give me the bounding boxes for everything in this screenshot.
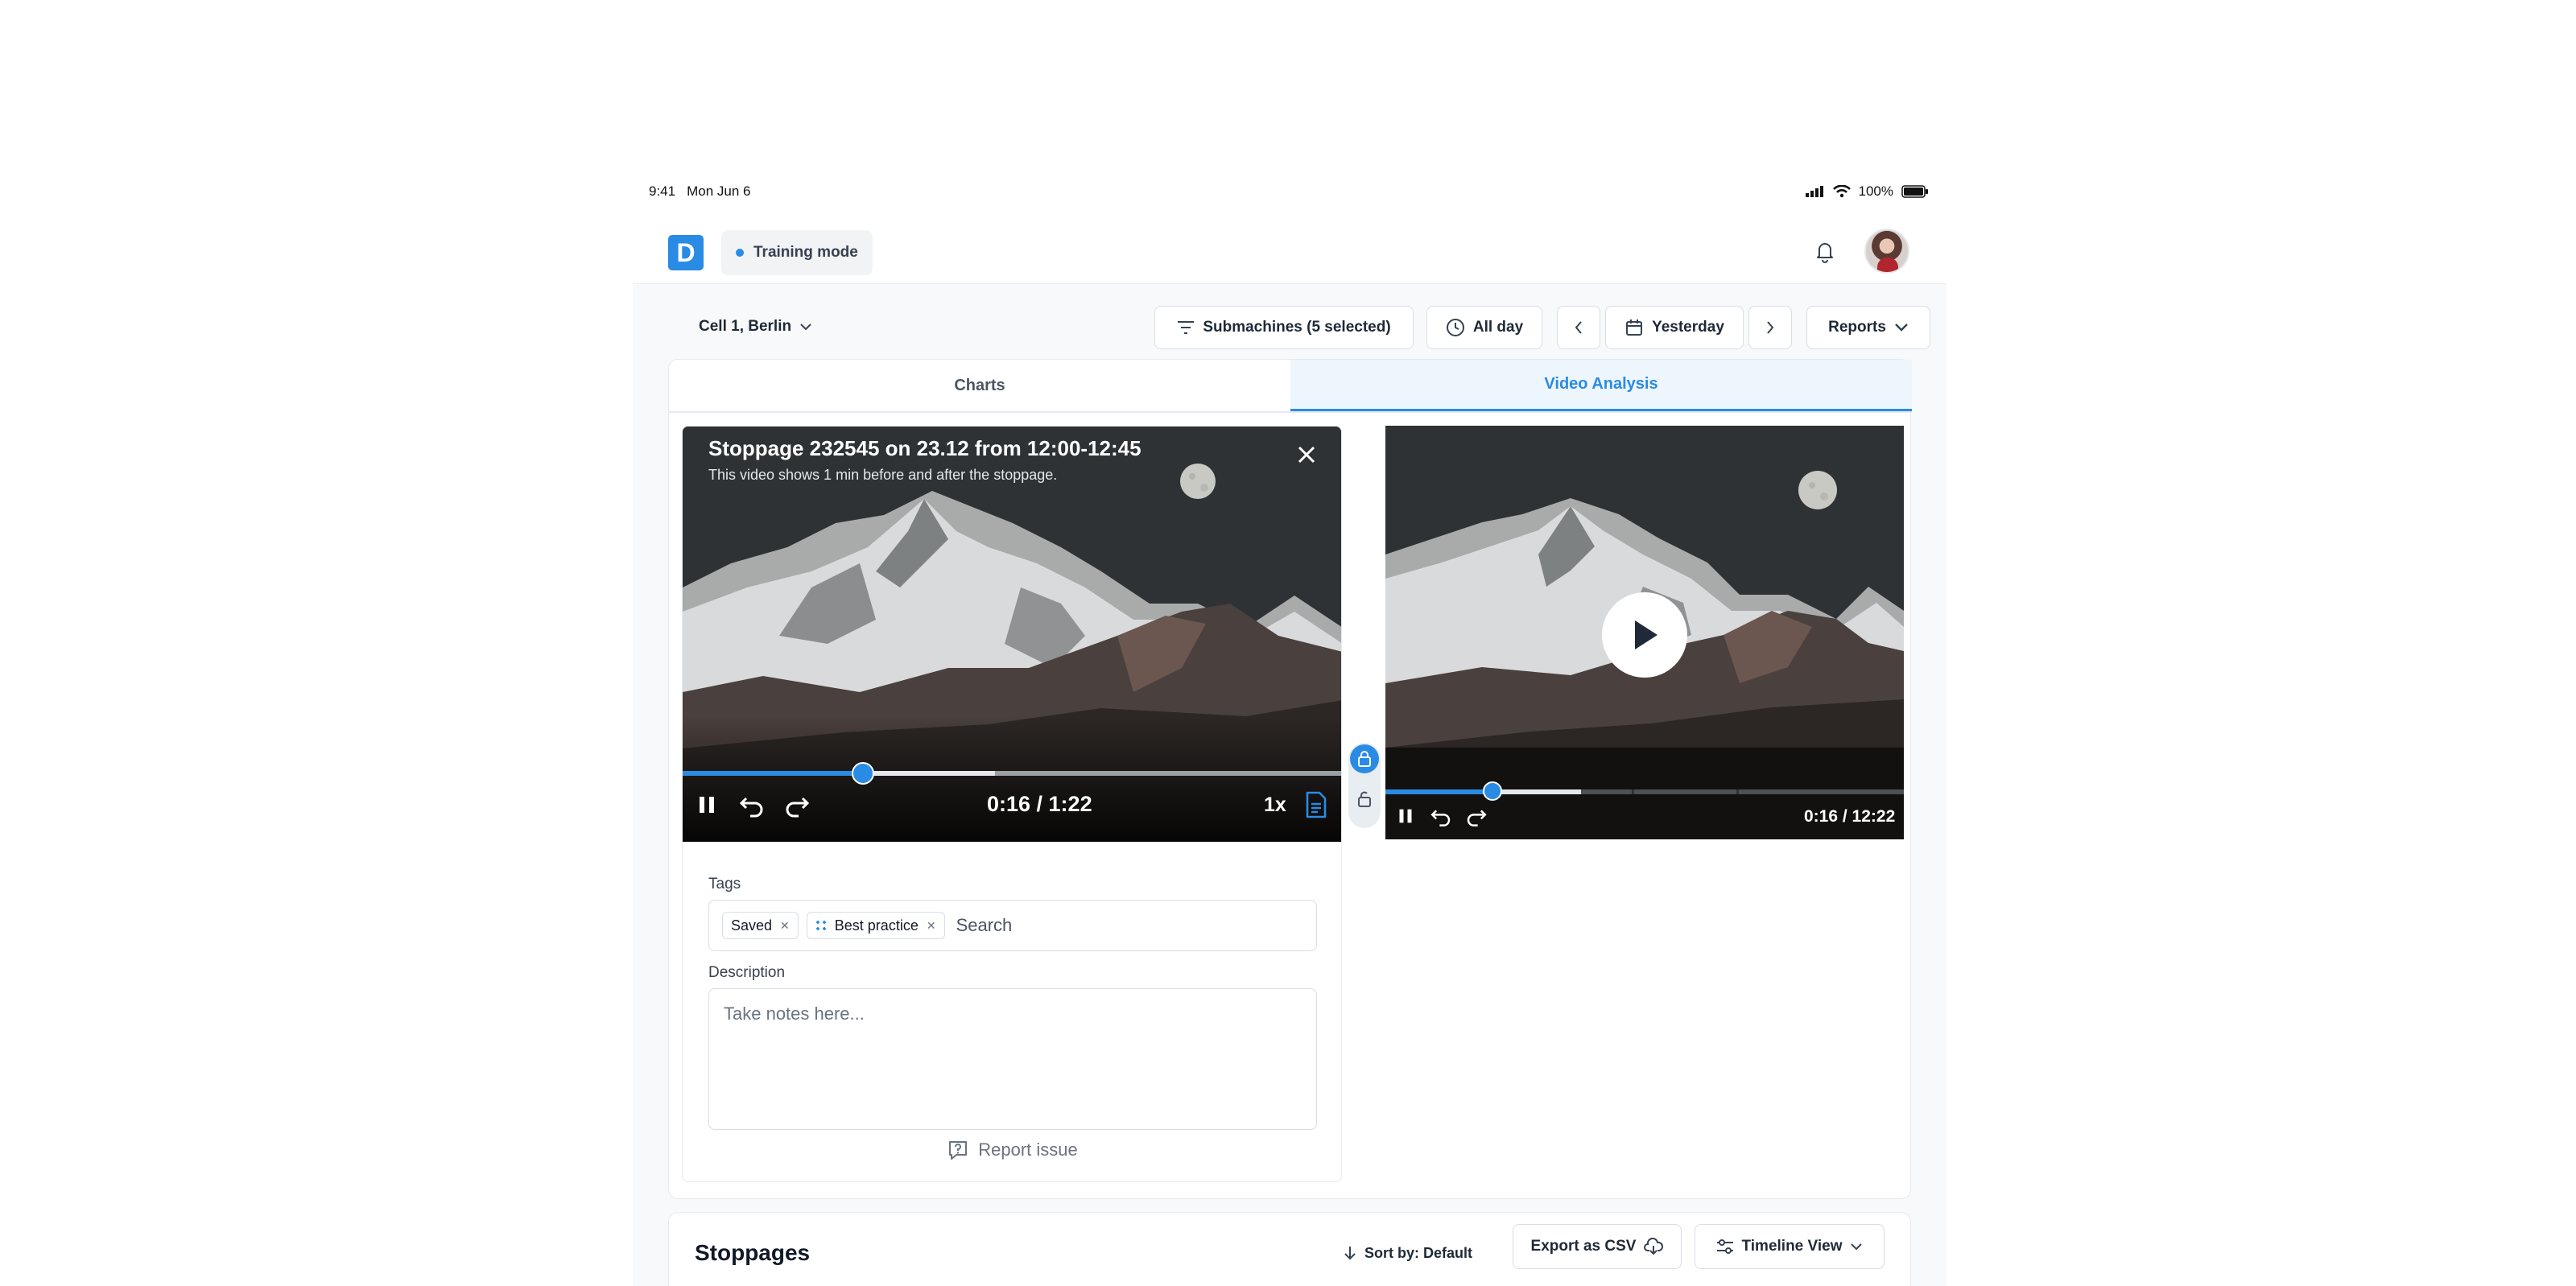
user-avatar[interactable]: [1864, 229, 1909, 274]
arrow-down-icon: [1344, 1247, 1356, 1260]
analysis-card: Charts Video Analysis Stoppage 232545 on…: [668, 359, 1912, 1199]
rewind-icon[interactable]: [1429, 804, 1453, 828]
main-video-player[interactable]: Stoppage 232545 on 23.12 from 12:00-12:4…: [683, 427, 1341, 842]
tag-chip-saved[interactable]: Saved ✕: [722, 912, 799, 939]
remove-tag-icon[interactable]: ✕: [927, 919, 936, 933]
chevron-down-icon: [1851, 1243, 1863, 1251]
unlock-icon: [1358, 791, 1371, 807]
report-issue-button[interactable]: Report issue: [683, 1140, 1341, 1160]
bell-icon[interactable]: [1812, 238, 1838, 264]
previous-date-button[interactable]: [1557, 306, 1600, 349]
export-csv-button[interactable]: Export as CSV: [1513, 1224, 1682, 1269]
unlock-sync-button[interactable]: [1350, 785, 1379, 814]
tags-input[interactable]: Saved ✕ Best practice ✕ Search: [708, 900, 1317, 951]
wifi-icon: [1832, 185, 1851, 198]
time-range-label: All day: [1472, 319, 1524, 336]
date-label: Yesterday: [1652, 319, 1724, 336]
status-bar: 9:41 Mon Jun 6 100%: [633, 171, 1946, 212]
close-icon[interactable]: [1293, 441, 1320, 468]
sort-label: Sort by: Default: [1364, 1244, 1473, 1261]
app-logo[interactable]: D: [668, 235, 704, 270]
pause-icon[interactable]: [1393, 804, 1418, 828]
top-navigation: D Training mode: [633, 212, 1946, 284]
ipad-screen: 9:41 Mon Jun 6 100% D Training mode Cell…: [633, 171, 1946, 1286]
training-mode-chip[interactable]: Training mode: [721, 230, 873, 275]
tab-charts[interactable]: Charts: [669, 360, 1290, 411]
play-button[interactable]: [1602, 592, 1687, 678]
tag-chip-best-practice[interactable]: Best practice ✕: [806, 912, 945, 939]
filter-icon: [1178, 321, 1195, 334]
document-icon[interactable]: [1302, 790, 1330, 819]
training-mode-label: Training mode: [753, 244, 858, 261]
main-video-time: 0:16 / 1:22: [987, 792, 1092, 816]
video-title: Stoppage 232545 on 23.12 from 12:00-12:4…: [708, 436, 1141, 460]
signal-icon: [1805, 186, 1823, 197]
video-subtitle: This video shows 1 min before and after …: [708, 467, 1058, 483]
scrubber-handle[interactable]: [1482, 781, 1502, 801]
report-issue-label: Report issue: [978, 1140, 1078, 1160]
played-bar: [1385, 789, 1492, 794]
clock-icon: [1446, 319, 1464, 336]
playback-speed-button[interactable]: 1x: [1264, 793, 1286, 817]
segment-divider: [1736, 789, 1739, 794]
date-picker-button[interactable]: Yesterday: [1605, 306, 1744, 349]
description-label: Description: [708, 964, 786, 981]
battery-icon: [1901, 185, 1928, 198]
chevron-down-icon: [1895, 324, 1908, 332]
rewind-icon[interactable]: [737, 790, 766, 819]
cell-selector-label: Cell 1, Berlin: [699, 318, 792, 335]
filter-bar: Cell 1, Berlin Submachines (5 selected) …: [633, 299, 1946, 356]
secondary-video-scrubber[interactable]: [1385, 781, 1904, 801]
chat-question-icon: [949, 1141, 968, 1160]
segment-divider: [1632, 789, 1634, 794]
sparkle-icon: [815, 921, 826, 930]
status-time: 9:41: [649, 183, 676, 199]
tag-label: Best practice: [834, 917, 919, 934]
controls-gradient: [683, 716, 1341, 842]
forward-icon[interactable]: [782, 790, 811, 819]
main-video-panel: Stoppage 232545 on 23.12 from 12:00-12:4…: [682, 426, 1342, 1182]
remove-tag-icon[interactable]: ✕: [780, 919, 790, 933]
chevron-right-icon: [1767, 321, 1774, 334]
sync-lock-toggle: [1348, 743, 1381, 828]
forward-icon[interactable]: [1464, 804, 1488, 828]
tags-label: Tags: [708, 876, 741, 892]
stoppages-card: Stoppages Sort by: Default Export as CSV…: [668, 1212, 1911, 1286]
play-icon: [1635, 620, 1657, 649]
played-bar: [683, 771, 863, 776]
secondary-video-player[interactable]: 0:16 / 12:22: [1385, 426, 1904, 839]
scrubber-handle[interactable]: [851, 762, 874, 785]
calendar-icon: [1626, 319, 1643, 336]
battery-percent: 100%: [1858, 183, 1893, 199]
chevron-down-icon: [800, 324, 811, 331]
reports-dropdown-button[interactable]: Reports: [1806, 306, 1930, 349]
lock-sync-button[interactable]: [1350, 744, 1379, 773]
cloud-download-icon: [1644, 1238, 1664, 1255]
submachines-filter-button[interactable]: Submachines (5 selected): [1154, 306, 1414, 349]
timeline-view-label: Timeline View: [1741, 1238, 1843, 1255]
stoppages-title: Stoppages: [695, 1240, 811, 1265]
secondary-video-time: 0:16 / 12:22: [1804, 807, 1896, 826]
sort-button[interactable]: Sort by: Default: [1344, 1237, 1472, 1269]
chevron-left-icon: [1575, 321, 1582, 334]
reports-label: Reports: [1828, 319, 1886, 336]
cell-selector[interactable]: Cell 1, Berlin: [699, 311, 812, 343]
status-date: Mon Jun 6: [687, 183, 751, 199]
description-textarea[interactable]: Take notes here...: [708, 988, 1317, 1130]
tag-search-placeholder[interactable]: Search: [956, 915, 1013, 936]
timeline-view-dropdown[interactable]: Timeline View: [1695, 1224, 1885, 1269]
tab-video-analysis[interactable]: Video Analysis: [1290, 360, 1912, 411]
time-range-button[interactable]: All day: [1426, 306, 1542, 349]
pause-icon[interactable]: [692, 790, 721, 819]
tag-label: Saved: [731, 917, 773, 934]
next-date-button[interactable]: [1748, 306, 1792, 349]
sliders-icon: [1716, 1239, 1733, 1254]
submachines-label: Submachines (5 selected): [1203, 319, 1391, 336]
mode-status-dot: [736, 249, 744, 257]
tab-bar: Charts Video Analysis: [669, 360, 1912, 413]
main-video-scrubber[interactable]: [683, 762, 1341, 785]
lock-icon: [1358, 751, 1371, 767]
export-csv-label: Export as CSV: [1530, 1238, 1637, 1255]
